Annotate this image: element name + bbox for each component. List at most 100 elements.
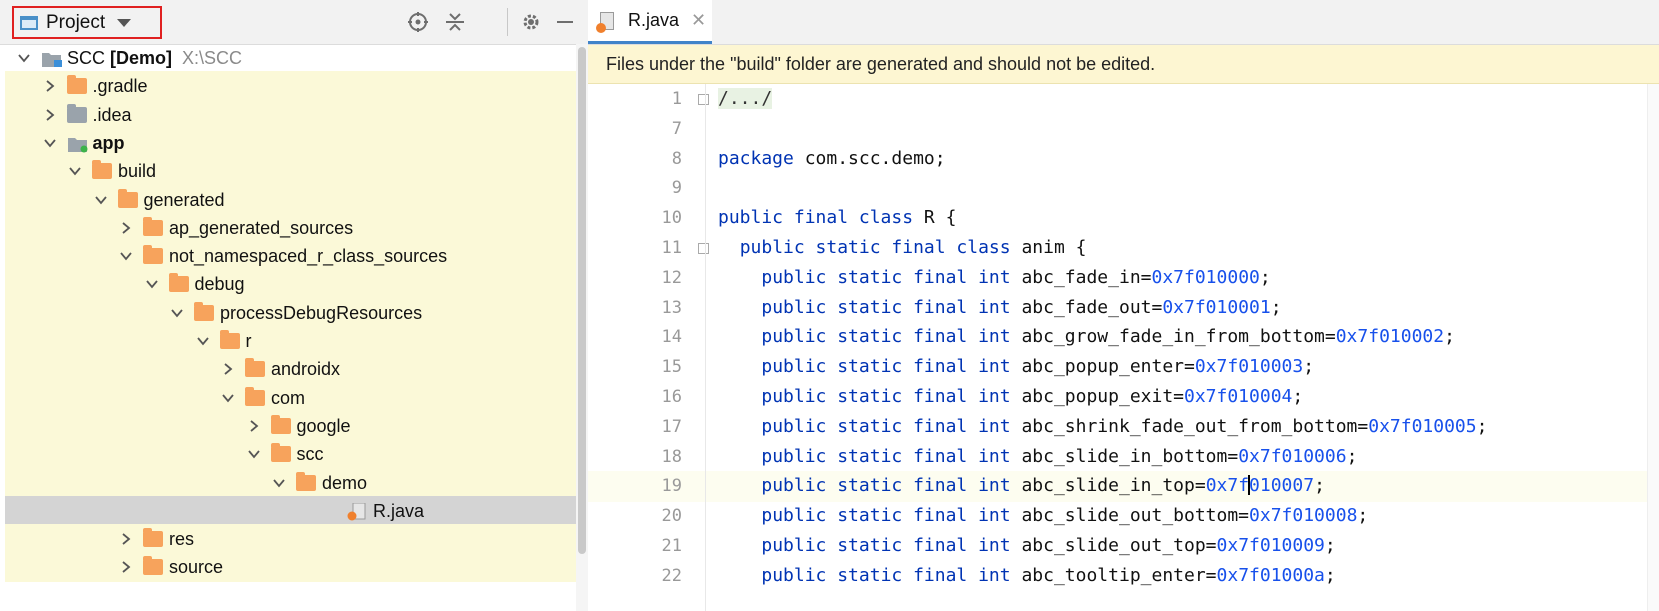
locate-icon[interactable] xyxy=(406,10,430,34)
code-line[interactable]: 8 package com.scc.demo; xyxy=(588,144,1659,175)
folder-icon xyxy=(245,386,265,406)
code-text: public static final int abc_popup_exit=0… xyxy=(761,386,1304,407)
chevron-right-icon[interactable] xyxy=(119,532,133,546)
code-line[interactable]: 9 xyxy=(588,173,1659,204)
chevron-right-icon[interactable] xyxy=(43,79,57,93)
code-line[interactable]: 19 public static final int abc_slide_in_… xyxy=(588,471,1659,503)
tree-item-build[interactable]: build xyxy=(5,156,576,187)
project-view-selector[interactable]: Project xyxy=(12,6,162,39)
tree-item--gradle[interactable]: .gradle xyxy=(5,71,576,102)
code-text: public static final int abc_slide_in_bot… xyxy=(761,445,1358,467)
code-text: public static final int abc_grow_fade_in… xyxy=(761,326,1455,348)
code-editor[interactable]: 1 /.../ 7 8 package com.scc.demo; 9 10 public f… xyxy=(588,84,1659,611)
collapse-all-icon[interactable] xyxy=(443,10,467,34)
chevron-down-icon[interactable] xyxy=(272,476,286,490)
code-line[interactable]: 14 public static final int abc_grow_fade… xyxy=(588,322,1659,353)
tree-item-processdebugresources[interactable]: processDebugResources xyxy=(5,297,576,328)
code-text: public static final int abc_slide_in_top… xyxy=(761,475,1325,497)
code-line[interactable]: 15 public static final int abc_popup_ent… xyxy=(588,352,1659,383)
chevron-down-icon[interactable] xyxy=(196,334,210,348)
tree-item-ap-generated-sources[interactable]: ap_generated_sources xyxy=(5,212,576,243)
code-line[interactable]: 12 public static final int abc_fade_in=0… xyxy=(588,263,1659,294)
fold-toggle-icon[interactable] xyxy=(698,243,709,254)
tree-item-label: .idea xyxy=(92,104,132,125)
project-window-icon xyxy=(20,15,38,30)
fold-toggle-icon[interactable] xyxy=(698,94,709,105)
generated-files-warning-banner: Files under the "build" folder are gener… xyxy=(588,45,1659,84)
tree-item-label: debug xyxy=(194,274,245,295)
folder-icon xyxy=(117,188,138,208)
line-number: 17 xyxy=(661,416,682,437)
tree-item-r-java[interactable]: R.java xyxy=(5,495,576,526)
code-line[interactable]: 16 public static final int abc_popup_exi… xyxy=(588,382,1659,413)
tree-item-generated[interactable]: generated xyxy=(5,184,576,215)
chevron-down-icon[interactable] xyxy=(247,447,261,461)
tree-item-label: generated xyxy=(143,189,225,210)
tree-item-res[interactable]: res xyxy=(5,524,576,555)
tree-item-r[interactable]: r xyxy=(5,326,576,356)
chevron-right-icon[interactable] xyxy=(119,221,133,235)
scrollbar-thumb[interactable] xyxy=(578,47,586,554)
chevron-right-icon[interactable] xyxy=(247,419,261,433)
chevron-down-icon xyxy=(117,18,132,27)
chevron-right-icon[interactable] xyxy=(119,560,133,574)
line-number: 16 xyxy=(661,387,682,407)
tree-item-com[interactable]: com xyxy=(5,382,576,413)
tree-item-label: res xyxy=(169,529,195,550)
tree-item-androidx[interactable]: androidx xyxy=(5,354,576,385)
tree-item-scc[interactable]: SCC [Demo] X:\SCC xyxy=(5,43,576,73)
editor-scrollbar[interactable] xyxy=(1647,84,1659,611)
chevron-right-icon[interactable] xyxy=(221,362,235,376)
tree-item-label: app xyxy=(92,132,125,153)
tree-item--idea[interactable]: .idea xyxy=(5,99,576,130)
tree-item-debug[interactable]: debug xyxy=(5,269,576,300)
code-line[interactable]: 10 public final class R { xyxy=(588,203,1659,234)
chevron-down-icon[interactable] xyxy=(68,164,82,178)
folder-icon xyxy=(194,301,214,321)
tree-item-not-namespaced-r-class-sources[interactable]: not_namespaced_r_class_sources xyxy=(5,241,576,272)
tree-item-label: ap_generated_sources xyxy=(169,217,354,238)
chevron-right-icon[interactable] xyxy=(43,108,57,122)
tree-item-google[interactable]: google xyxy=(5,410,576,441)
project-panel-header: Project xyxy=(0,0,588,45)
chevron-down-icon[interactable] xyxy=(43,136,57,150)
chevron-down-icon[interactable] xyxy=(221,391,235,405)
chevron-down-icon[interactable] xyxy=(145,277,159,291)
tree-scrollbar[interactable] xyxy=(576,44,588,611)
tab-label: R.java xyxy=(628,10,680,30)
code-line[interactable]: 21 public static final int abc_slide_out… xyxy=(588,531,1659,562)
tree-item-label: scc xyxy=(296,444,324,465)
chevron-down-icon[interactable] xyxy=(94,193,108,207)
line-number: 7 xyxy=(671,118,682,139)
tree-item-scc[interactable]: scc xyxy=(5,439,576,470)
gear-icon[interactable] xyxy=(519,10,543,34)
chevron-down-icon[interactable] xyxy=(17,51,31,65)
code-line[interactable]: 7 xyxy=(588,114,1659,145)
line-number: 18 xyxy=(661,446,682,467)
folder-icon xyxy=(219,330,240,349)
close-icon[interactable]: ✕ xyxy=(691,10,706,31)
chevron-down-icon[interactable] xyxy=(119,249,133,263)
code-line[interactable]: 11 public static final class anim { xyxy=(588,233,1659,264)
minimize-icon[interactable] xyxy=(553,10,577,34)
editor-pane: R.java ✕ Files under the "build" folder … xyxy=(588,0,1659,611)
code-line[interactable]: 17 public static final int abc_shrink_fa… xyxy=(588,412,1659,443)
tab-r-java[interactable]: R.java ✕ xyxy=(588,0,712,44)
line-number: 9 xyxy=(671,178,682,199)
code-text: public final class R { xyxy=(718,207,957,229)
folder-icon xyxy=(270,443,291,463)
tree-item-app[interactable]: app xyxy=(5,127,576,158)
code-line[interactable]: 1 /.../ xyxy=(588,84,1659,115)
project-view-label: Project xyxy=(46,11,106,33)
tree-item-label: r xyxy=(245,331,252,351)
folder-icon xyxy=(66,75,87,95)
code-line[interactable]: 18 public static final int abc_slide_in_… xyxy=(588,442,1659,473)
code-line[interactable]: 22 public static final int abc_tooltip_e… xyxy=(588,561,1659,592)
chevron-down-icon[interactable] xyxy=(170,306,184,320)
code-line[interactable]: 20 public static final int abc_slide_out… xyxy=(588,501,1659,532)
code-line[interactable]: 13 public static final int abc_fade_out=… xyxy=(588,293,1659,324)
tree-item-demo[interactable]: demo xyxy=(5,467,576,498)
tree-item-source[interactable]: source xyxy=(5,552,576,583)
line-number: 20 xyxy=(661,506,682,527)
module-folder-icon xyxy=(41,50,62,67)
